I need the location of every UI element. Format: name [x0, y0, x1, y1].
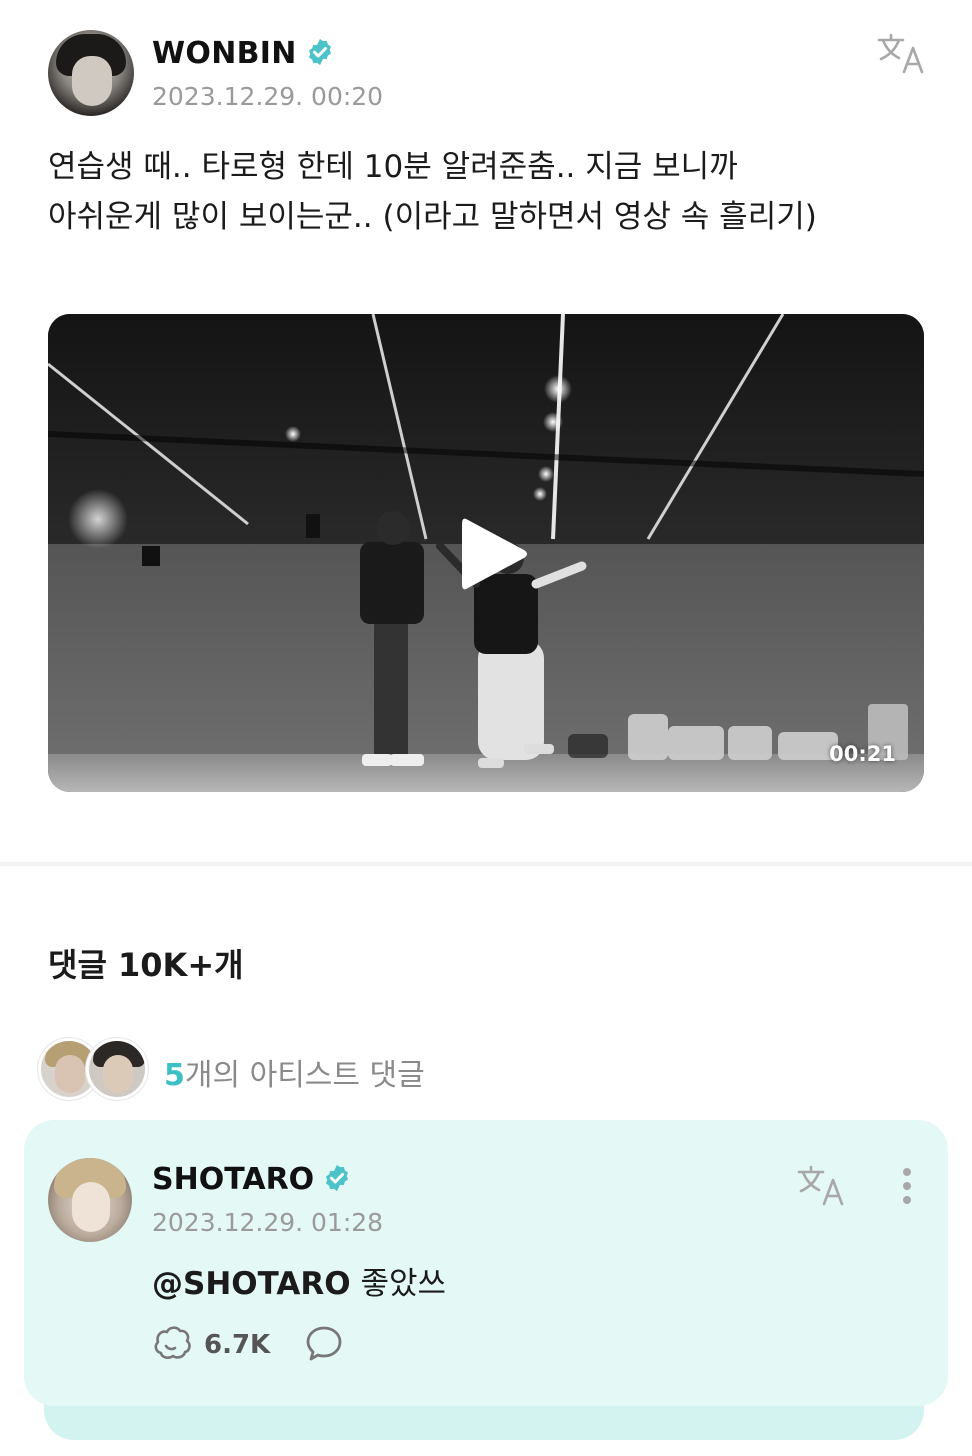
like-icon: [154, 1326, 191, 1359]
comment-author-avatar[interactable]: [48, 1158, 132, 1242]
translate-icon[interactable]: [796, 1164, 848, 1208]
artist-comments-text: 개의 아티스트 댓글: [184, 1058, 425, 1093]
artist-comments-summary[interactable]: 5개의 아티스트 댓글: [38, 1038, 638, 1100]
author-name[interactable]: WONBIN: [152, 36, 297, 71]
reply-icon[interactable]: [304, 1324, 344, 1364]
artist-comment-card[interactable]: SHOTARO 2023.12.29. 01:28 @SHOTARO 좋았쓰 6…: [24, 1120, 948, 1406]
author-name-row[interactable]: WONBIN: [152, 36, 335, 71]
post-date: 2023.12.29. 00:20: [152, 82, 384, 111]
verified-badge-icon: [326, 1164, 349, 1191]
comment-author-name[interactable]: SHOTARO: [152, 1162, 314, 1197]
like-button[interactable]: 6.7K: [152, 1324, 272, 1370]
like-count: 6.7K: [204, 1330, 271, 1360]
comment-date: 2023.12.29. 01:28: [152, 1208, 384, 1237]
post-header: WONBIN 2023.12.29. 00:20: [48, 30, 928, 116]
verified-badge-icon: [308, 38, 331, 65]
post-text-line: 아쉬운게 많이 보이는군.. (이라고 말하면서 영상 속 흘리기): [48, 199, 817, 235]
section-divider: [0, 862, 972, 866]
artist-avatar: [86, 1038, 148, 1100]
comment-text: @SHOTARO 좋았쓰: [152, 1258, 446, 1303]
comment-mention[interactable]: @SHOTARO: [152, 1266, 351, 1302]
comments-title: 댓글 10K+개: [48, 946, 244, 984]
video-duration: 00:21: [829, 742, 896, 766]
post-text-line: 연습생 때.. 타로형 한테 10분 알려준춤.. 지금 보니까: [48, 149, 738, 185]
artist-comments-count: 5: [164, 1058, 185, 1093]
translate-icon[interactable]: [876, 32, 928, 76]
video-player[interactable]: 00:21: [48, 314, 924, 792]
comment-body: 좋았쓰: [350, 1266, 447, 1302]
play-icon[interactable]: [456, 512, 532, 596]
post-text: 연습생 때.. 타로형 한테 10분 알려준춤.. 지금 보니까 아쉬운게 많이…: [48, 142, 928, 242]
more-icon[interactable]: [892, 1164, 922, 1208]
artist-comments-label[interactable]: 5개의 아티스트 댓글: [164, 1050, 425, 1094]
comment-author-row[interactable]: SHOTARO: [152, 1162, 352, 1197]
author-avatar[interactable]: [48, 30, 134, 116]
